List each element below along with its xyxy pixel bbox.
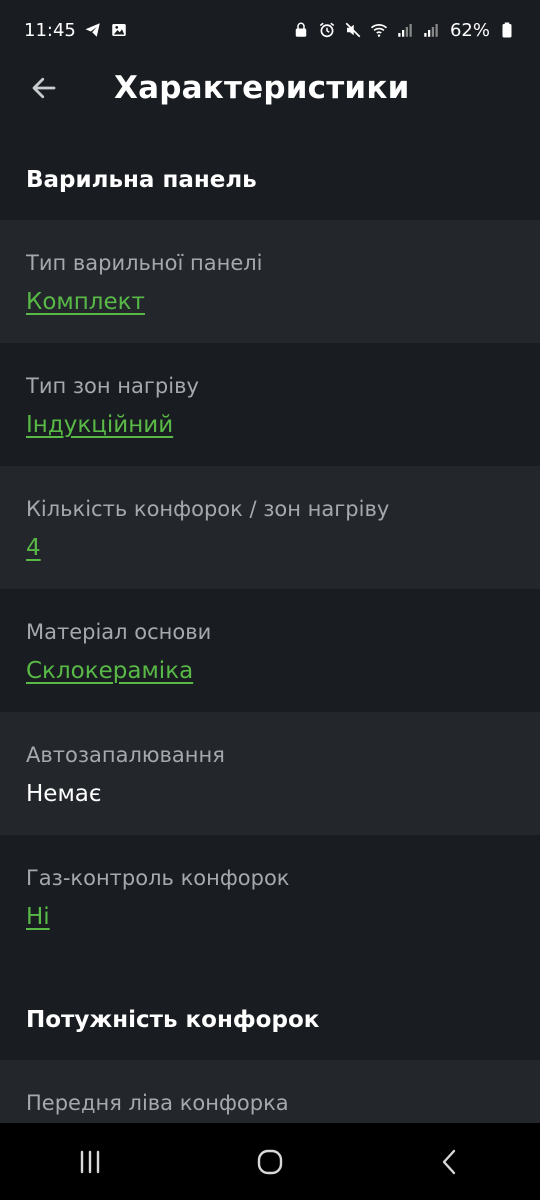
spec-label: Тип зон нагріву (26, 374, 199, 398)
spec-row: Автозапалювання Немає (0, 712, 540, 835)
spec-value-link[interactable]: Комплект (26, 288, 514, 316)
spec-value: Немає (26, 781, 102, 807)
spec-value-link[interactable]: Ні (26, 903, 514, 931)
spec-value-link[interactable]: 4 (26, 534, 514, 562)
nav-back-button[interactable] (410, 1132, 490, 1192)
spec-row: Матеріал основи Склокераміка (0, 589, 540, 712)
arrow-left-icon (32, 77, 56, 99)
status-bar: 11:45 62% (0, 0, 540, 60)
home-icon (257, 1149, 283, 1174)
home-button[interactable] (230, 1132, 310, 1192)
vpn-lock-icon (292, 21, 310, 39)
alarm-icon (318, 21, 336, 39)
spec-row: Тип зон нагріву Індукційний (0, 343, 540, 466)
spec-label: Матеріал основи (26, 620, 212, 644)
battery-icon (498, 21, 516, 39)
app-bar: Характеристики (0, 60, 540, 116)
back-button[interactable] (16, 60, 72, 116)
spec-row: Тип варильної панелі Комплект (0, 220, 540, 343)
spec-row: Кількість конфорок / зон нагріву 4 (0, 466, 540, 589)
signal-icon (422, 21, 440, 39)
spec-label: Кількість конфорок / зон нагріву (26, 497, 390, 521)
spec-label: Тип варильної панелі (26, 251, 263, 275)
section-title-hob: Варильна панель (26, 167, 257, 193)
spec-label: Передня ліва конфорка (26, 1091, 289, 1115)
recents-button[interactable] (50, 1132, 130, 1192)
spec-value-link[interactable]: Індукційний (26, 411, 514, 439)
battery-percent: 62% (449, 19, 490, 41)
mute-icon (344, 21, 362, 39)
recents-icon (80, 1150, 100, 1173)
chevron-left-icon (442, 1149, 456, 1174)
status-left: 11:45 (24, 20, 128, 41)
section-title-burner-power: Потужність конфорок (26, 1007, 320, 1033)
telegram-icon (84, 21, 102, 39)
wifi-icon (370, 21, 388, 39)
screen: 11:45 62% Характеристики Варильна панель… (0, 0, 540, 1200)
spec-label: Газ-контроль конфорок (26, 866, 290, 890)
content: Варильна панель Тип варильної панелі Ком… (0, 140, 540, 1140)
navigation-bar (0, 1123, 540, 1200)
page-title: Характеристики (114, 70, 410, 106)
spec-label: Автозапалювання (26, 743, 225, 767)
signal-icon (396, 21, 414, 39)
spec-value-link[interactable]: Склокераміка (26, 657, 514, 685)
status-time: 11:45 (24, 19, 76, 41)
status-right: 62% (292, 20, 516, 41)
gallery-icon (110, 21, 128, 39)
spec-row: Газ-контроль конфорок Ні (0, 835, 540, 958)
